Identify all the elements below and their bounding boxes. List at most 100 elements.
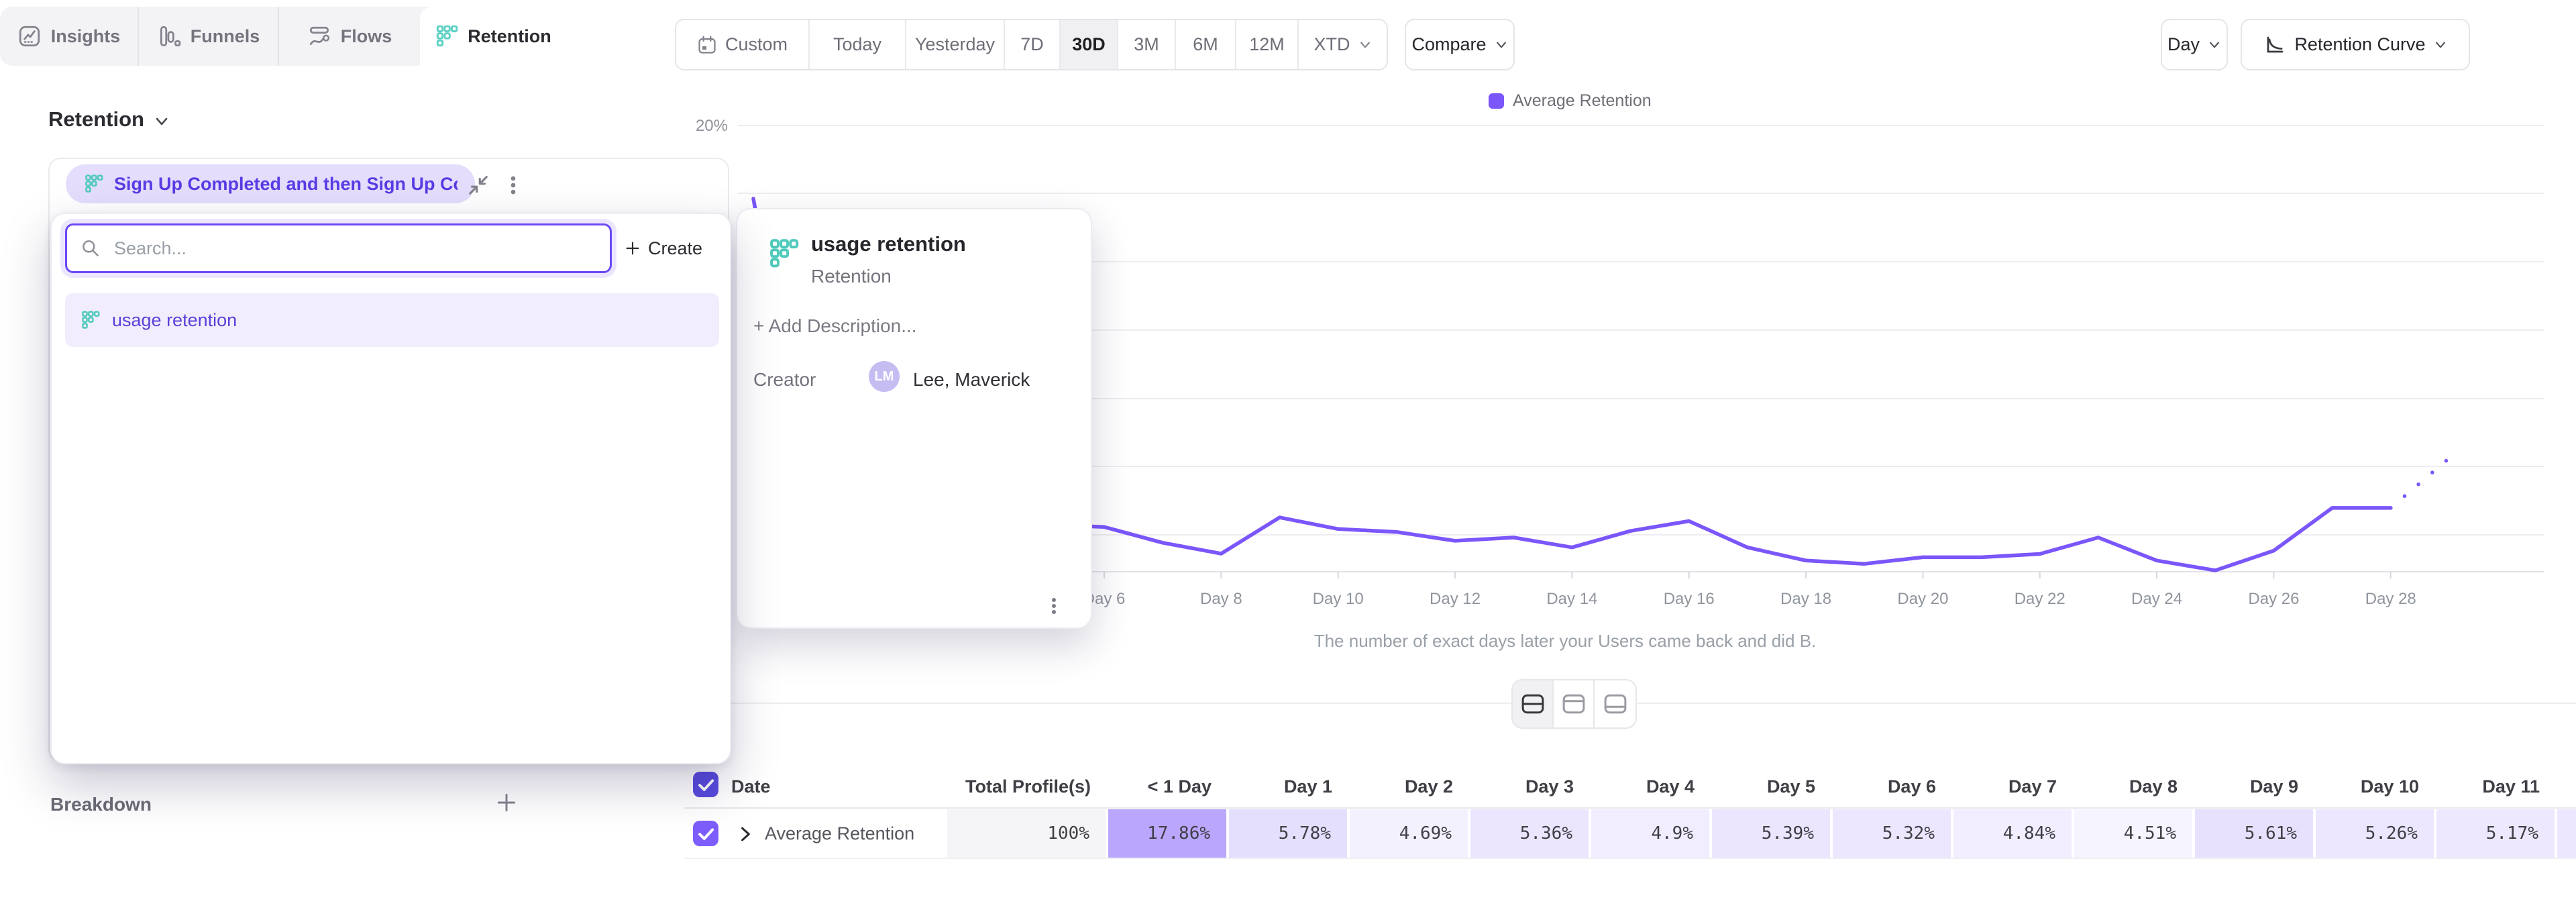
col-header-day-11: Day 11 xyxy=(2482,772,2540,801)
cell-day-6: 5.32% xyxy=(1833,809,1951,858)
x-axis-label: Day 24 xyxy=(2131,590,2182,608)
range-3m[interactable]: 3M xyxy=(1118,20,1176,69)
range-6m[interactable]: 6M xyxy=(1176,20,1236,69)
cell-day-3: 5.36% xyxy=(1470,809,1589,858)
cell-day-7: 4.84% xyxy=(1953,809,2072,858)
col-header-day-10: Day 10 xyxy=(2361,772,2419,801)
legend-item-average-retention[interactable]: Average Retention xyxy=(1489,91,1652,111)
range-label: 7D xyxy=(1020,34,1044,55)
range-yesterday[interactable]: Yesterday xyxy=(906,20,1005,69)
chevron-down-icon xyxy=(154,113,170,130)
report-tabs: Insights Funnels Flows Retention xyxy=(0,7,566,66)
section-title-dropdown[interactable]: Retention xyxy=(48,107,170,132)
range-xtd[interactable]: XTD xyxy=(1299,20,1387,69)
range-label: Custom xyxy=(725,34,788,55)
range-custom[interactable]: Custom xyxy=(676,20,810,69)
compare-label: Compare xyxy=(1411,34,1486,55)
x-axis-label: Day 12 xyxy=(1430,590,1481,608)
tab-funnels[interactable]: Funnels xyxy=(139,7,279,66)
kebab-menu-icon[interactable] xyxy=(500,172,526,198)
search-result-label: usage retention xyxy=(112,310,237,331)
col-header-1-day: < 1 Day xyxy=(1148,772,1212,801)
x-axis-label: Day 20 xyxy=(1897,590,1948,608)
saved-report-pill[interactable]: Sign Up Completed and then Sign Up Co... xyxy=(66,164,475,203)
kebab-menu-icon[interactable] xyxy=(1042,595,1065,617)
funnels-icon xyxy=(157,24,181,48)
cell-1-day: 17.86% xyxy=(1108,809,1226,858)
retention-report-page: 20%18%Day 6Day 8Day 10Day 12Day 14Day 16… xyxy=(0,0,2576,916)
x-axis-label: Day 16 xyxy=(1664,590,1715,608)
section-title: Retention xyxy=(48,107,144,132)
x-axis-label: Day 28 xyxy=(2365,590,2416,608)
tab-insights[interactable]: Insights xyxy=(0,7,139,66)
col-header-day-3: Day 3 xyxy=(1525,772,1574,801)
layout-bottom-icon xyxy=(1602,693,1629,715)
plus-icon xyxy=(624,240,641,257)
layout-toggle-1[interactable] xyxy=(1513,680,1554,727)
view-type-button[interactable]: Retention Curve xyxy=(2241,19,2470,70)
x-axis-label: Day 18 xyxy=(1780,590,1831,608)
legend-swatch xyxy=(1489,93,1504,109)
avatar: LM xyxy=(869,361,900,392)
retention-icon xyxy=(80,310,100,330)
granularity-button[interactable]: Day xyxy=(2161,19,2228,70)
col-header-day-2: Day 2 xyxy=(1405,772,1453,801)
range-today[interactable]: Today xyxy=(810,20,906,69)
chevron-down-icon xyxy=(2434,38,2447,52)
col-header-day-4: Day 4 xyxy=(1646,772,1695,801)
row-expander-icon[interactable] xyxy=(735,824,755,844)
table-row-separator xyxy=(684,858,2576,859)
flows-icon xyxy=(307,24,331,48)
tab-label: Retention xyxy=(468,26,551,47)
search-box xyxy=(65,223,612,273)
y-axis-label: 20% xyxy=(696,117,728,135)
tab-label: Flows xyxy=(341,26,392,47)
saved-report-pill-label: Sign Up Completed and then Sign Up Co... xyxy=(114,174,458,195)
layout-split-icon xyxy=(1519,693,1546,715)
col-header-day-9: Day 9 xyxy=(2250,772,2298,801)
chevron-down-icon xyxy=(2208,38,2221,52)
cell-day-5: 5.39% xyxy=(1712,809,1830,858)
tab-flows[interactable]: Flows xyxy=(279,7,420,66)
range-label: Today xyxy=(833,34,881,55)
range-label: 3M xyxy=(1134,34,1159,55)
collapse-icon[interactable] xyxy=(466,172,491,198)
creator-name: Lee, Maverick xyxy=(913,369,1030,391)
legend-label: Average Retention xyxy=(1513,91,1652,111)
search-result-usage-retention[interactable]: usage retention xyxy=(65,293,719,347)
cell-total: 100% xyxy=(947,809,1106,858)
layout-toggle-2[interactable] xyxy=(1554,680,1595,727)
x-axis-label: Day 22 xyxy=(2015,590,2065,608)
row-checkbox[interactable] xyxy=(693,821,718,846)
x-axis-label: Day 8 xyxy=(1200,590,1242,608)
range-label: 30D xyxy=(1072,34,1106,55)
tab-retention[interactable]: Retention xyxy=(420,7,566,66)
range-label: Yesterday xyxy=(915,34,995,55)
range-7d[interactable]: 7D xyxy=(1005,20,1061,69)
insights-icon xyxy=(17,24,42,48)
layout-toggle-3[interactable] xyxy=(1595,680,1635,727)
retention-icon xyxy=(83,174,103,194)
tab-label: Funnels xyxy=(191,26,260,47)
col-header-day-1: Day 1 xyxy=(1284,772,1332,801)
cell-day-12 xyxy=(2557,809,2576,858)
compare-button[interactable]: Compare xyxy=(1405,19,1515,70)
cell-day-4: 4.9% xyxy=(1591,809,1709,858)
granularity-label: Day xyxy=(2167,34,2200,55)
add-description-button[interactable]: + Add Description... xyxy=(753,315,917,337)
select-all-checkbox[interactable] xyxy=(693,772,718,797)
col-header-total-profile-s: Total Profile(s) xyxy=(965,772,1091,801)
report-hover-card: usage retention Retention + Add Descript… xyxy=(736,208,1092,629)
cell-day-10: 5.26% xyxy=(2316,809,2434,858)
search-input[interactable] xyxy=(113,238,596,260)
retention-curve-icon xyxy=(2263,34,2286,56)
add-breakdown-button[interactable] xyxy=(494,791,519,815)
create-button[interactable]: Create xyxy=(624,223,718,273)
range-12m[interactable]: 12M xyxy=(1236,20,1299,69)
cell-day-9: 5.61% xyxy=(2195,809,2313,858)
range-label: 6M xyxy=(1193,34,1218,55)
col-header-day-8: Day 8 xyxy=(2129,772,2178,801)
range-30d[interactable]: 30D xyxy=(1061,20,1118,69)
range-label: XTD xyxy=(1314,34,1350,55)
x-axis-label: Day 10 xyxy=(1313,590,1364,608)
